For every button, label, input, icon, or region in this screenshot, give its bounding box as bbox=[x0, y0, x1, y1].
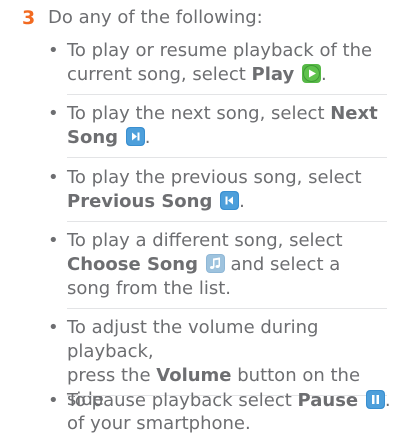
bullet-line: To play or resume playback of the bbox=[67, 40, 373, 61]
bullet-dot: • bbox=[48, 103, 59, 124]
bullet-text: To play or resume playback of the curren… bbox=[67, 40, 373, 85]
divider bbox=[67, 308, 387, 309]
bullet-line: To adjust the volume during playback, bbox=[67, 317, 319, 362]
divider bbox=[67, 157, 387, 158]
bullet-dot: • bbox=[48, 230, 59, 251]
step-number: 3 bbox=[22, 7, 36, 29]
step-intro: Do any of the following: bbox=[48, 7, 263, 28]
divider bbox=[67, 94, 387, 95]
bullet-line: song from the list. bbox=[67, 278, 231, 299]
bullet-dot: • bbox=[48, 40, 59, 61]
pause-label: Pause bbox=[297, 390, 359, 411]
pause-icon bbox=[365, 390, 385, 409]
play-icon bbox=[301, 64, 321, 83]
next-song-icon bbox=[125, 127, 145, 146]
bullet-line: current song, select bbox=[67, 64, 252, 85]
bullet-line: and select a bbox=[224, 254, 341, 275]
volume-label: Volume bbox=[156, 365, 232, 386]
previous-song-icon bbox=[220, 191, 240, 210]
choose-song-label: Choose Song bbox=[67, 254, 198, 275]
next-label: Next bbox=[330, 103, 378, 124]
previous-song-label: Previous Song bbox=[67, 191, 213, 212]
bullet-line: To pause playback select bbox=[67, 390, 298, 411]
divider bbox=[67, 221, 387, 222]
play-label: Play bbox=[251, 64, 295, 85]
bullet-line: press the bbox=[67, 365, 157, 386]
bullet-dot: • bbox=[48, 390, 59, 411]
bullet-text: To play the next song, select Next Song … bbox=[67, 103, 378, 148]
bullet-text: To play a different song, select Choose … bbox=[67, 229, 402, 301]
bullet-text: To play the previous song, select Previo… bbox=[67, 167, 362, 212]
song-label: Song bbox=[67, 127, 119, 148]
bullet-text: To pause playback select Pause . bbox=[67, 390, 391, 411]
choose-song-icon bbox=[205, 254, 225, 273]
bullet-text: To adjust the volume during playback, pr… bbox=[67, 316, 402, 436]
bullet-line: of your smartphone. bbox=[67, 413, 251, 434]
bullet-line: To play a different song, select bbox=[67, 230, 343, 251]
bullet-dot: • bbox=[48, 317, 59, 338]
bullet-line: To play the next song, select bbox=[67, 103, 331, 124]
bullet-dot: • bbox=[48, 167, 59, 188]
bullet-line: To play the previous song, select bbox=[67, 167, 362, 188]
